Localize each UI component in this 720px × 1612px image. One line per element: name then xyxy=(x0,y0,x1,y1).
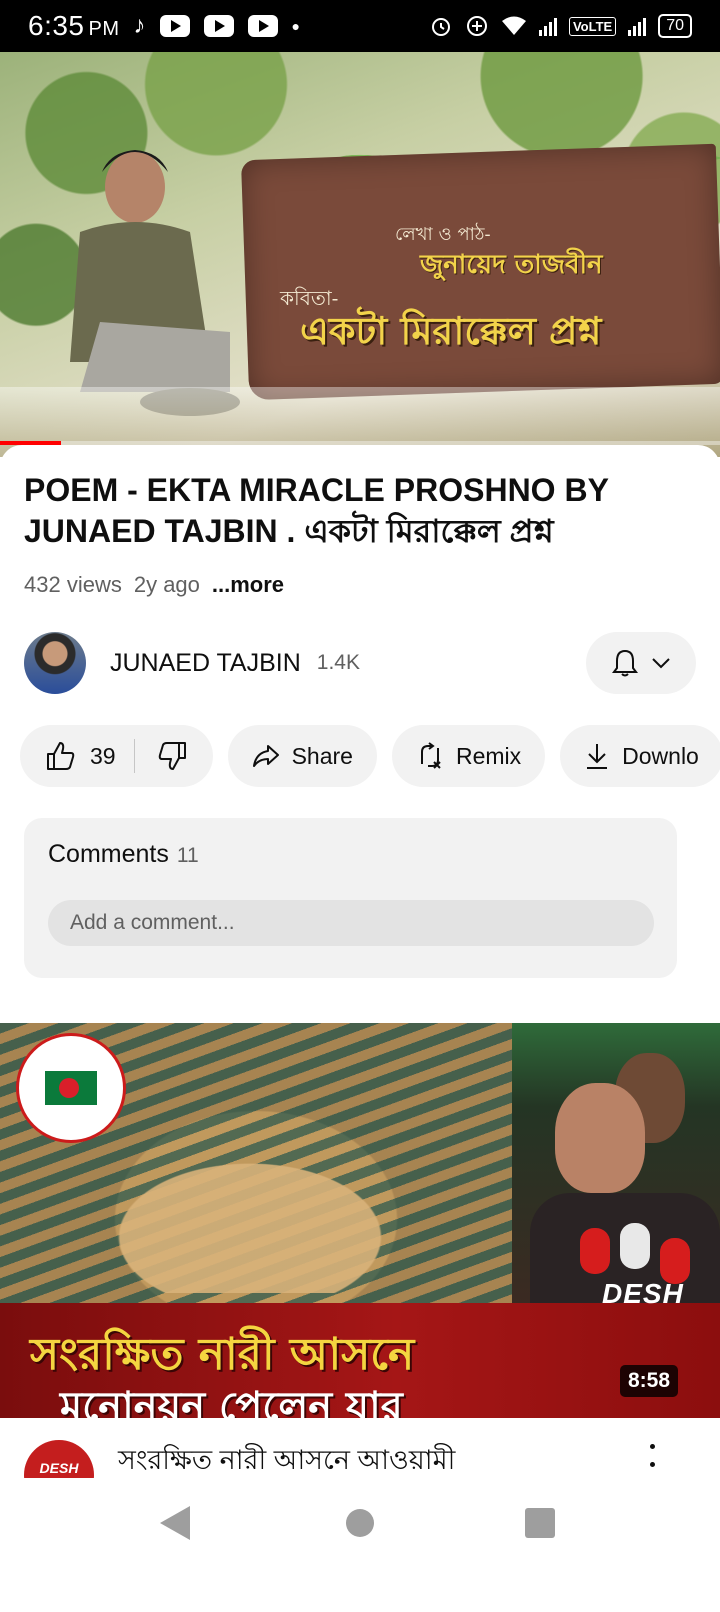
banner-headline-2: মনোনয়ন পেলেন যার xyxy=(60,1383,403,1418)
comments-count: 11 xyxy=(176,844,199,867)
download-button[interactable]: Downlo xyxy=(560,725,720,787)
wifi-icon xyxy=(501,16,526,35)
video-meta[interactable]: 432 views 2y ago ...more xyxy=(24,572,284,598)
next-video-info[interactable]: DESH সংরক্ষিত নারী আসনে আওয়ামী xyxy=(0,1418,720,1478)
signal-icon xyxy=(538,16,557,36)
next-channel-avatar[interactable]: DESH xyxy=(24,1440,94,1478)
volte-badge: VoLTE xyxy=(568,16,617,36)
speaker-face xyxy=(555,1083,645,1193)
home-icon[interactable] xyxy=(346,1509,374,1537)
next-video-title[interactable]: সংরক্ষিত নারী আসনে আওয়ামী xyxy=(118,1440,455,1478)
more-description-link[interactable]: ...more xyxy=(212,572,284,598)
remix-label: Remix xyxy=(455,742,522,769)
chevron-down-icon xyxy=(652,658,670,669)
action-bar: 39 Share Remix Downlo xyxy=(20,725,720,787)
battery-indicator: 70 xyxy=(658,14,692,38)
microphone-icon xyxy=(580,1228,610,1274)
status-bar: 6:35 PM ♪ ● VoLTE 70 xyxy=(0,0,720,52)
remix-button[interactable]: Remix xyxy=(391,725,546,787)
download-label: Downlo xyxy=(622,742,699,769)
like-divider xyxy=(133,739,135,773)
desh-tv-logo: DESH xyxy=(602,1278,684,1309)
channel-name[interactable]: JUNAED TAJBIN xyxy=(110,649,301,678)
video-player[interactable]: লেখা ও পাঠ- জুনায়েদ তাজবীন কবিতা- একটা … xyxy=(0,52,720,457)
youtube-notification-icon xyxy=(203,15,234,37)
comments-panel[interactable]: Comments 11 Add a comment... xyxy=(24,818,677,978)
notification-icons: ♪ ● xyxy=(134,12,300,40)
notification-bell-button[interactable] xyxy=(586,632,696,694)
subscriber-count: 1.4K xyxy=(316,651,360,674)
upload-age: 2y ago xyxy=(133,572,200,597)
signal-icon-2 xyxy=(628,16,647,36)
bell-icon xyxy=(612,649,638,677)
add-comment-input[interactable]: Add a comment... xyxy=(48,900,654,946)
comments-label: Comments xyxy=(48,840,169,868)
thumbnail-author: জুনায়েদ তাজবীন xyxy=(420,250,603,280)
channel-row[interactable]: JUNAED TAJBIN 1.4K xyxy=(24,632,696,694)
like-count: 39 xyxy=(90,742,116,769)
youtube-notification-icon xyxy=(247,15,278,37)
thumbnail-title: একটা মিরাক্কেল প্রশ্ন xyxy=(300,308,602,353)
comments-header: Comments 11 xyxy=(48,840,199,869)
more-notifications-dot-icon: ● xyxy=(291,18,300,34)
remix-icon xyxy=(420,742,441,769)
share-icon xyxy=(252,745,279,767)
parliament-floor xyxy=(100,1153,400,1293)
like-icon[interactable] xyxy=(44,740,76,772)
video-title[interactable]: POEM - EKTA MIRACLE PROSHNO BY JUNAED TA… xyxy=(24,470,674,552)
download-icon xyxy=(587,744,608,769)
share-button[interactable]: Share xyxy=(227,725,377,787)
more-options-icon[interactable] xyxy=(640,1444,664,1478)
system-icons: VoLTE 70 xyxy=(429,14,692,38)
party-logo xyxy=(16,1033,126,1143)
alarm-icon xyxy=(431,18,450,36)
youtube-notification-icon xyxy=(159,15,190,37)
recents-icon[interactable] xyxy=(525,1508,555,1538)
dislike-icon[interactable] xyxy=(157,740,189,772)
view-count: 432 views xyxy=(24,572,122,597)
tiktok-icon: ♪ xyxy=(133,12,146,39)
video-duration-badge: 8:58 xyxy=(620,1365,679,1397)
thumbnail-person xyxy=(70,150,240,416)
data-saver-icon xyxy=(466,16,487,36)
microphone-icon xyxy=(620,1223,650,1269)
back-icon[interactable] xyxy=(160,1506,190,1540)
system-navigation-bar xyxy=(0,1478,720,1612)
share-label: Share xyxy=(291,742,353,769)
next-video-thumbnail[interactable]: সংরক্ষিত নারী আসনে মনোনয়ন পেলেন যার DES… xyxy=(0,1023,720,1418)
status-time: 6:35 PM xyxy=(28,10,120,41)
channel-avatar[interactable] xyxy=(24,632,86,694)
like-dislike-button[interactable]: 39 xyxy=(20,725,213,787)
flag-icon xyxy=(45,1071,97,1105)
